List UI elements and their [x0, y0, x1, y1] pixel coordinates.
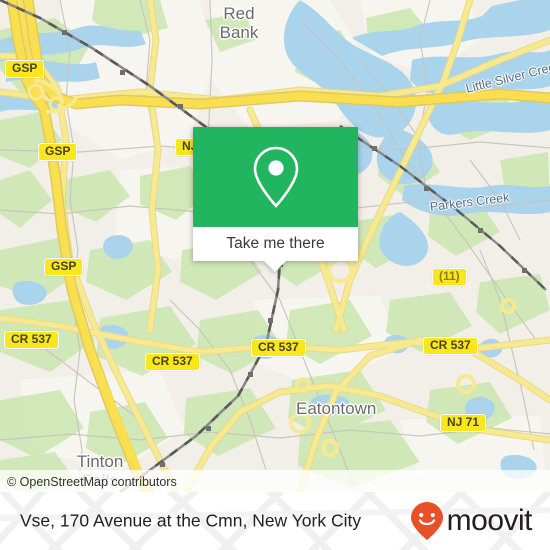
road-shield-gsp: GSP: [44, 258, 84, 276]
place-label: Eatontown: [296, 399, 377, 418]
road-shield-cr537: CR 537: [145, 353, 200, 371]
road-shield-cr537: CR 537: [423, 337, 478, 355]
road-shield-nj71: NJ 71: [440, 414, 487, 432]
moovit-brand[interactable]: moovit: [410, 501, 533, 541]
take-me-there-button[interactable]: Take me there: [193, 227, 358, 261]
osm-attribution[interactable]: © OpenStreetMap contributors: [7, 475, 177, 489]
moovit-map-screenshot: Red Bank Eatontown Tinton Falls Little S…: [0, 0, 550, 550]
location-title: Vse, 170 Avenue at the Cmn, New York Cit…: [20, 510, 362, 531]
road-shield-gsp: GSP: [5, 60, 45, 78]
moovit-smiley-pin-icon: [410, 502, 443, 540]
place-label: Red Bank: [219, 4, 259, 42]
popup-pointer-tail: [264, 261, 286, 272]
map-pin-icon: [253, 146, 298, 208]
location-popup-card[interactable]: Take me there: [193, 127, 358, 272]
road-shield-cr537: CR 537: [251, 339, 306, 357]
take-me-there-label: Take me there: [226, 235, 325, 252]
road-shield-cr537: CR 537: [4, 331, 59, 349]
road-shield-gsp: GSP: [38, 143, 78, 161]
popup-header: [193, 127, 358, 227]
moovit-wordmark: moovit: [446, 504, 533, 537]
road-shield-11: (11): [432, 268, 467, 286]
footer-bar: Vse, 170 Avenue at the Cmn, New York Cit…: [0, 492, 550, 550]
